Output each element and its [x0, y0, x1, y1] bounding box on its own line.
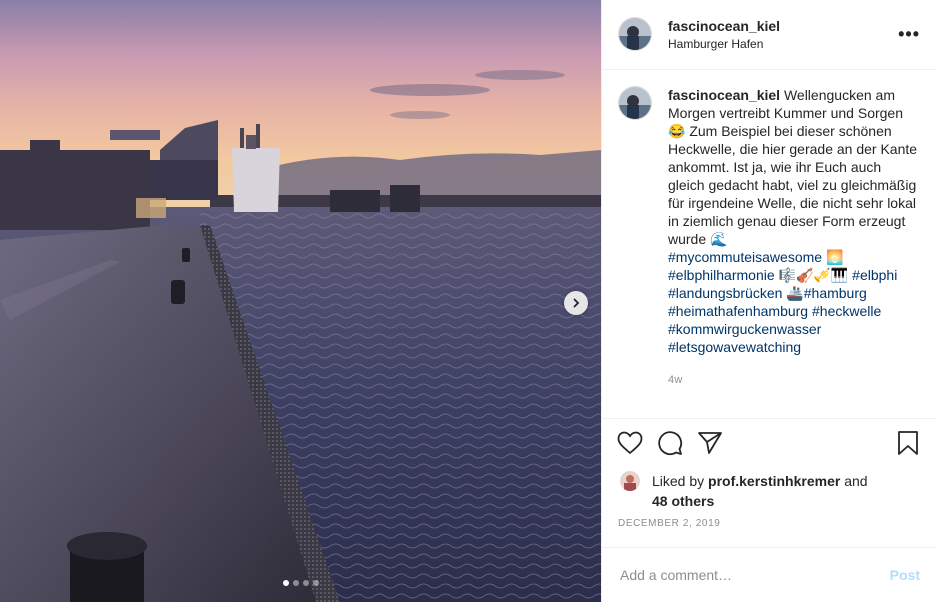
avatar[interactable]: [618, 17, 652, 52]
add-comment-form: Post: [602, 546, 936, 602]
hashtag-link[interactable]: #heckwelle: [812, 303, 881, 319]
liker-avatar[interactable]: [620, 471, 640, 492]
comment-input[interactable]: [620, 566, 890, 583]
hashtag-link[interactable]: #mycommuteisawesome: [668, 249, 822, 265]
hashtag-link[interactable]: #heimathafenhamburg: [668, 303, 808, 319]
chevron-right-icon: [573, 298, 580, 308]
bookmark-icon: [898, 431, 918, 456]
likes-summary: Liked by prof.kerstinhkremer and 48 othe…: [602, 467, 936, 511]
caption-text: Wellengucken am Morgen vertreibt Kummer …: [668, 86, 918, 247]
carousel-dot: [302, 580, 309, 586]
profile-picture: [619, 86, 651, 119]
post-media[interactable]: [0, 0, 601, 602]
caption-username[interactable]: fascinocean_kiel: [668, 87, 780, 103]
carousel-dot: [282, 580, 289, 586]
hashtag-link[interactable]: #elbphilharmonie: [668, 267, 775, 283]
comment-button[interactable]: [650, 423, 690, 463]
more-options-icon[interactable]: •••: [898, 24, 920, 45]
comments-section: fascinocean_kiel Wellengucken am Morgen …: [602, 70, 936, 418]
header-username[interactable]: fascinocean_kiel: [668, 18, 898, 34]
caption-avatar[interactable]: [618, 85, 652, 120]
paper-plane-icon: [698, 432, 722, 455]
hashtag-link[interactable]: #hamburg: [804, 285, 867, 301]
comment-bubble-icon: [658, 431, 683, 456]
hashtag-link[interactable]: #elbphi: [852, 267, 897, 283]
post-header: fascinocean_kiel Hamburger Hafen •••: [602, 0, 936, 70]
caption-timestamp[interactable]: 4w: [668, 371, 918, 389]
share-button[interactable]: [690, 423, 730, 463]
post-date[interactable]: DECEMBER 2, 2019: [602, 511, 936, 547]
header-location[interactable]: Hamburger Hafen: [668, 37, 898, 51]
post-caption: fascinocean_kiel Wellengucken am Morgen …: [668, 86, 918, 418]
carousel-indicator: [0, 580, 601, 586]
action-bar: [602, 417, 936, 467]
profile-picture: [619, 18, 651, 51]
hashtag-link[interactable]: #letsgowavewatching: [668, 339, 801, 355]
post-comment-button[interactable]: Post: [890, 567, 920, 583]
post-sidebar: fascinocean_kiel Hamburger Hafen ••• fas…: [601, 0, 936, 602]
liked-by-and: and: [844, 473, 868, 490]
save-button[interactable]: [888, 423, 928, 463]
hashtag-emoji: 🎼🎻🎺🎹: [774, 266, 853, 283]
harbor-photo: [0, 0, 601, 602]
hashtag-link[interactable]: #kommwirguckenwasser: [668, 321, 821, 337]
liked-by-label: Liked by: [652, 473, 705, 490]
hashtag-link[interactable]: #landungsbrücken: [668, 285, 782, 301]
hashtag-emoji: 🚢: [782, 284, 804, 301]
hashtag-emoji: 🌅: [822, 248, 844, 265]
liked-by-user[interactable]: prof.kerstinhkremer: [708, 473, 840, 489]
like-button[interactable]: [610, 423, 650, 463]
heart-icon: [617, 431, 643, 455]
carousel-dot: [312, 580, 319, 586]
others-count[interactable]: 48 others: [652, 493, 714, 509]
carousel-dot: [292, 580, 299, 586]
carousel-next-button[interactable]: [564, 291, 588, 315]
profile-picture: [620, 471, 640, 492]
instagram-post: fascinocean_kiel Hamburger Hafen ••• fas…: [0, 0, 937, 602]
